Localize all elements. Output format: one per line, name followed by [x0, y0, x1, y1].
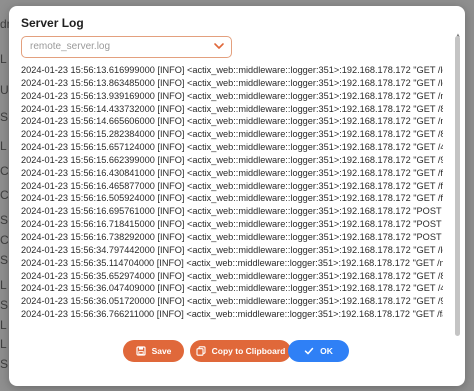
log-file-select-value: remote_server.log — [30, 41, 111, 52]
log-line: 2024-01-23 15:56:16.718415000 [INFO] <ac… — [21, 219, 443, 230]
log-line: 2024-01-23 15:56:35.652974000 [INFO] <ac… — [21, 270, 443, 281]
log-line: 2024-01-23 15:56:16.430841000 [INFO] <ac… — [21, 167, 443, 178]
log-line: 2024-01-23 15:56:16.465877000 [INFO] <ac… — [21, 180, 443, 191]
log-line: 2024-01-23 15:56:14.665606000 [INFO] <ac… — [21, 116, 443, 127]
check-icon — [304, 346, 314, 356]
log-scrollbar[interactable]: ▲ — [455, 33, 461, 338]
log-line: 2024-01-23 15:56:14.433732000 [INFO] <ac… — [21, 103, 443, 114]
log-line: 2024-01-23 15:56:13.616999000 [INFO] <ac… — [21, 65, 443, 75]
dialog-title: Server Log — [21, 16, 84, 30]
log-line: 2024-01-23 15:56:16.738292000 [INFO] <ac… — [21, 231, 443, 242]
scrollbar-thumb[interactable] — [455, 36, 460, 336]
log-line: 2024-01-23 15:56:35.114704000 [INFO] <ac… — [21, 257, 443, 268]
ok-button-label: OK — [320, 346, 333, 356]
chevron-down-icon — [213, 39, 225, 53]
server-log-dialog: Server Log remote_server.log 2024-01-23 … — [9, 6, 465, 386]
copy-to-clipboard-button[interactable]: Copy to Clipboard — [190, 340, 291, 362]
log-line: 2024-01-23 15:56:16.695761000 [INFO] <ac… — [21, 206, 443, 217]
log-text-area[interactable]: 2024-01-23 15:56:13.616999000 [INFO] <ac… — [21, 64, 443, 326]
log-line: 2024-01-23 15:56:16.505924000 [INFO] <ac… — [21, 193, 443, 204]
save-button-label: Save — [151, 346, 172, 356]
log-line: 2024-01-23 15:56:36.047409000 [INFO] <ac… — [21, 283, 443, 294]
log-line: 2024-01-23 15:56:13.863485000 [INFO] <ac… — [21, 77, 443, 88]
log-line: 2024-01-23 15:56:36.766211000 [INFO] <ac… — [21, 309, 443, 320]
copy-button-label: Copy to Clipboard — [211, 346, 286, 356]
log-line: 2024-01-23 15:56:15.662399000 [INFO] <ac… — [21, 154, 443, 165]
log-file-select[interactable]: remote_server.log — [21, 36, 232, 58]
log-line: 2024-01-23 15:56:34.797442000 [INFO] <ac… — [21, 244, 443, 255]
log-line: 2024-01-23 15:56:15.282384000 [INFO] <ac… — [21, 129, 443, 140]
log-line: 2024-01-23 15:56:36.051720000 [INFO] <ac… — [21, 296, 443, 307]
save-button[interactable]: Save — [123, 340, 184, 362]
ok-button[interactable]: OK — [288, 340, 349, 362]
log-line: 2024-01-23 15:56:15.657124000 [INFO] <ac… — [21, 142, 443, 153]
save-icon — [135, 346, 146, 356]
log-line: 2024-01-23 15:56:13.939169000 [INFO] <ac… — [21, 90, 443, 101]
copy-icon — [196, 346, 206, 356]
